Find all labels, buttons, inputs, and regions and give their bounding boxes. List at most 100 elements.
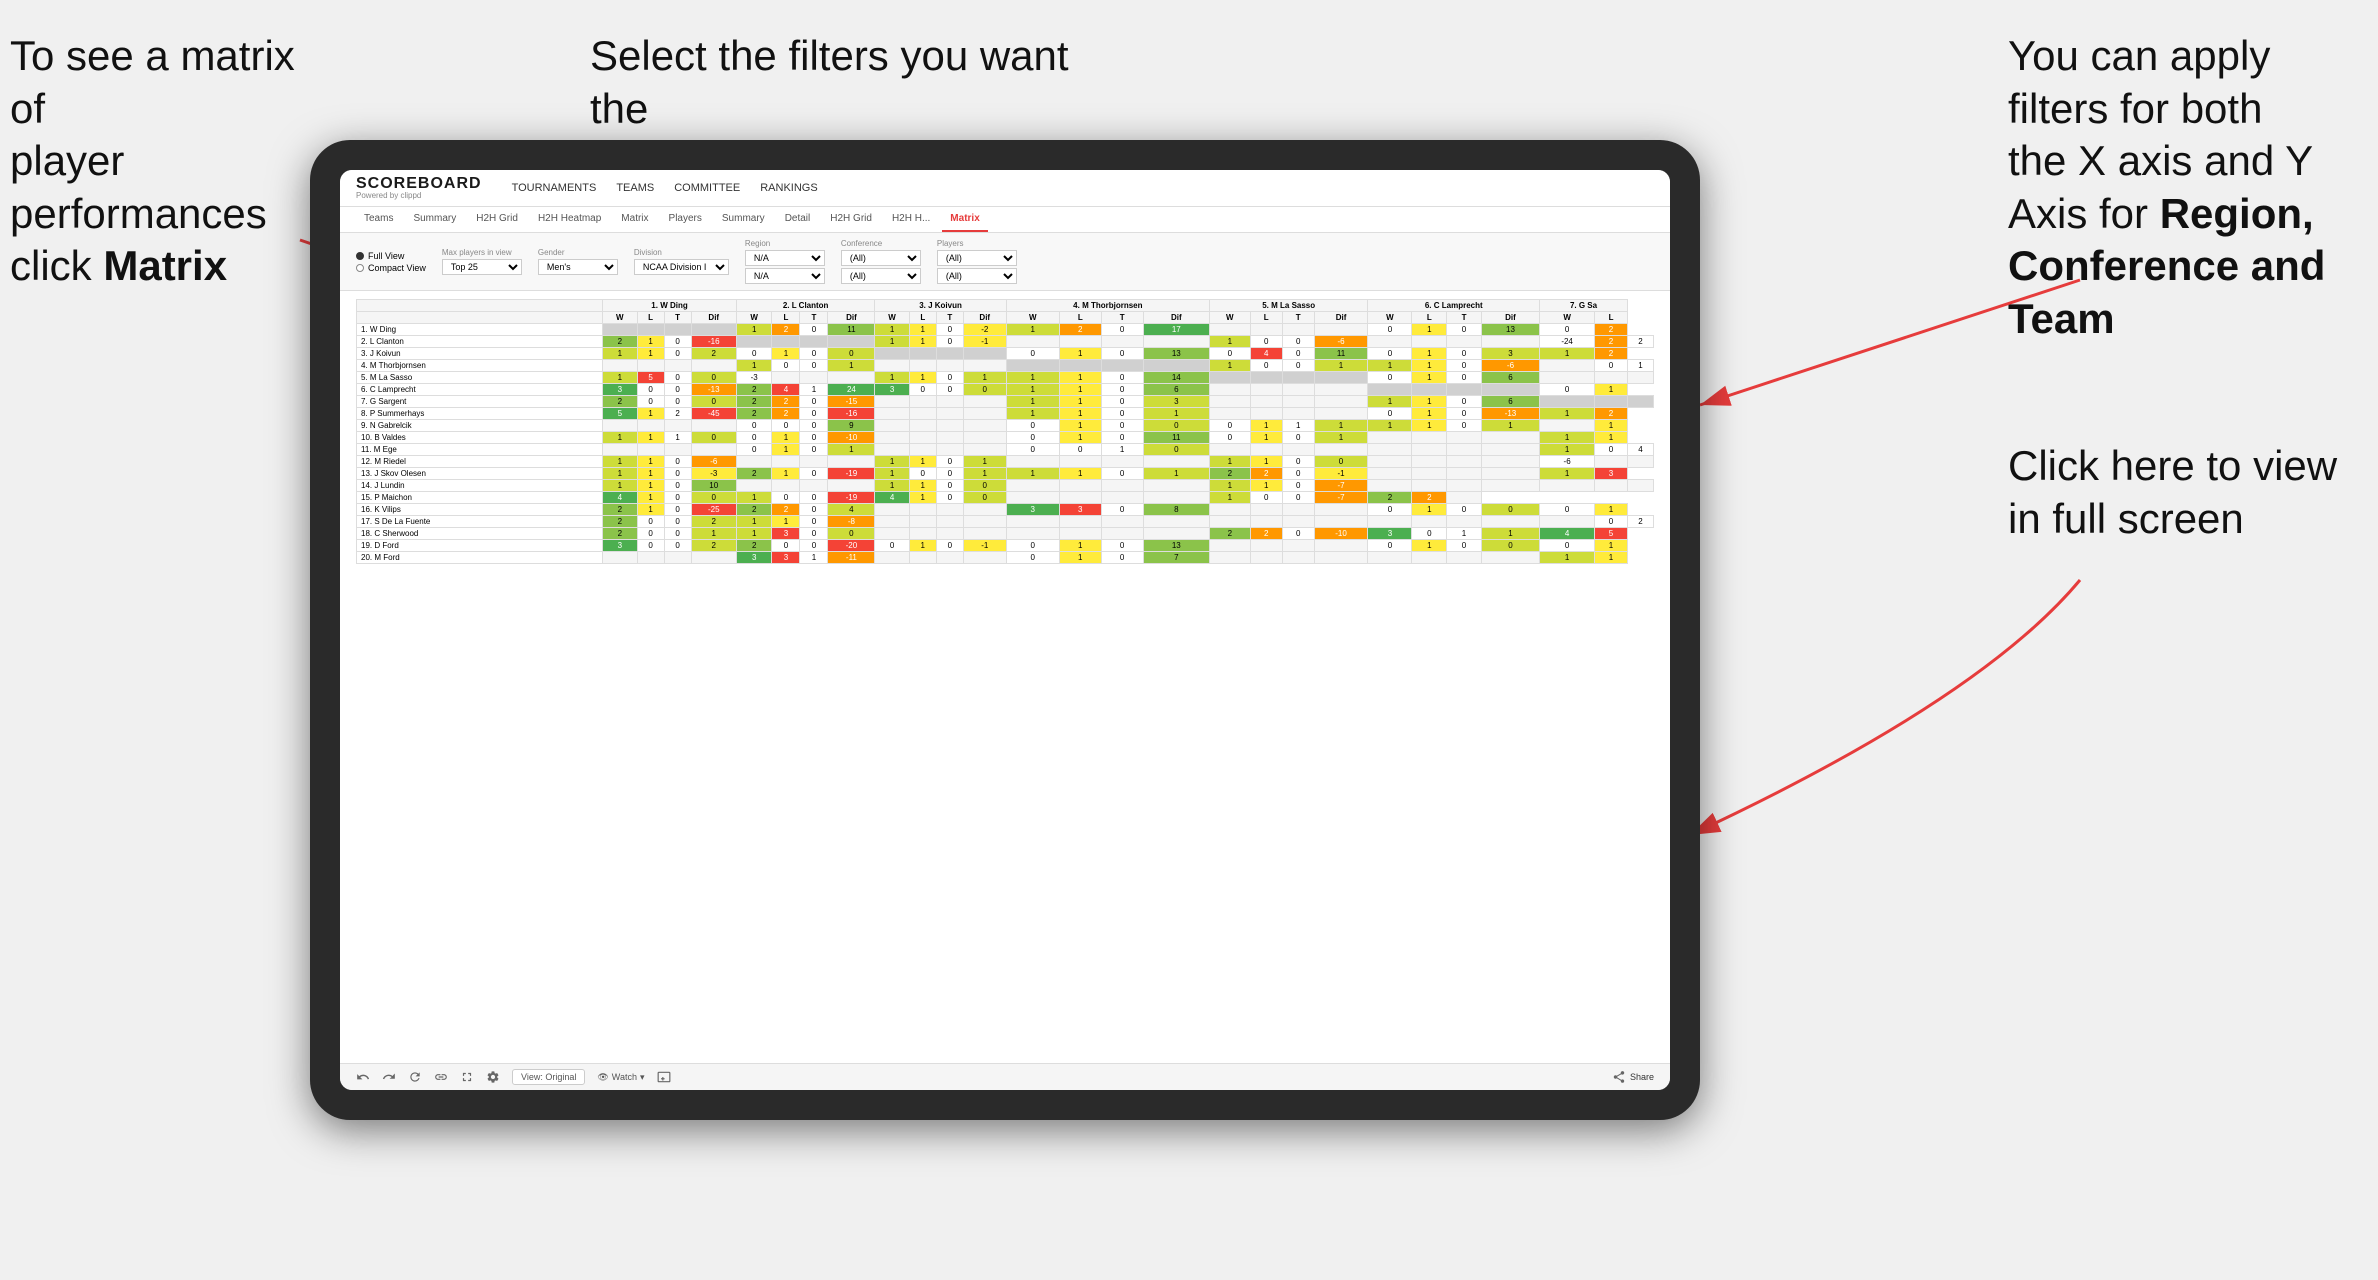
subnav-matrix[interactable]: Matrix	[613, 207, 656, 232]
h-d3: Dif	[963, 312, 1006, 324]
subnav-h2h-grid2[interactable]: H2H Grid	[822, 207, 880, 232]
matrix-cell: 1	[637, 480, 664, 492]
annotation-topright-region-bold: Region,	[2160, 190, 2314, 237]
matrix-cell	[936, 444, 963, 456]
matrix-cell	[1006, 516, 1059, 528]
matrix-cell: 1	[603, 348, 637, 360]
matrix-cell	[1368, 444, 1412, 456]
region-select[interactable]: N/A	[745, 250, 825, 266]
matrix-cell: 0	[1006, 540, 1059, 552]
subnav-h2hh[interactable]: H2H H...	[884, 207, 938, 232]
settings-icon[interactable]	[486, 1070, 500, 1084]
matrix-cell: 2	[736, 540, 772, 552]
matrix-cell: 0	[800, 516, 828, 528]
matrix-cell: 0	[1101, 396, 1143, 408]
matrix-cell: 1	[637, 492, 664, 504]
matrix-cell: 0	[1595, 360, 1628, 372]
matrix-cell: 1	[603, 372, 637, 384]
matrix-cell	[1210, 552, 1251, 564]
h-t1: T	[664, 312, 691, 324]
max-players-select[interactable]: Top 25	[442, 259, 522, 275]
conference-select2[interactable]: (All)	[841, 268, 921, 284]
expand-icon[interactable]	[460, 1070, 474, 1084]
nav-rankings[interactable]: RANKINGS	[760, 178, 817, 198]
matrix-cell	[664, 420, 691, 432]
share-button[interactable]: Share	[1612, 1070, 1654, 1084]
matrix-cell: 1	[909, 372, 936, 384]
conference-select[interactable]: (All)	[841, 250, 921, 266]
matrix-cell	[1412, 336, 1447, 348]
annotation-topright-line3: the X axis and Y	[2008, 137, 2313, 184]
matrix-cell	[691, 420, 736, 432]
h-d1: Dif	[691, 312, 736, 324]
matrix-cell	[1481, 516, 1539, 528]
matrix-cell: 0	[664, 372, 691, 384]
compact-view-option[interactable]: Compact View	[356, 263, 426, 273]
refresh-icon[interactable]	[408, 1070, 422, 1084]
division-select[interactable]: NCAA Division I	[634, 259, 729, 275]
matrix-cell	[1006, 492, 1059, 504]
nav-committee[interactable]: COMMITTEE	[674, 178, 740, 198]
matrix-cell: 1	[603, 456, 637, 468]
matrix-cell: 1	[1059, 432, 1101, 444]
undo-icon[interactable]	[356, 1070, 370, 1084]
matrix-cell: 0	[1368, 504, 1412, 516]
matrix-cell: 1	[1314, 432, 1368, 444]
matrix-cell	[1282, 540, 1314, 552]
matrix-cell: 1	[1368, 420, 1412, 432]
gender-select[interactable]: Men's	[538, 259, 618, 275]
matrix-cell: 1	[1412, 540, 1447, 552]
matrix-cell	[691, 444, 736, 456]
matrix-cell: 0	[800, 420, 828, 432]
matrix-cell: 2	[1059, 324, 1101, 336]
watch-button[interactable]: 👁 Watch ▾	[597, 1072, 644, 1083]
matrix-cell: 0	[691, 396, 736, 408]
matrix-cell: 1	[1210, 480, 1251, 492]
subnav-h2h-heatmap[interactable]: H2H Heatmap	[530, 207, 609, 232]
redo-icon[interactable]	[382, 1070, 396, 1084]
matrix-cell: -6	[1481, 360, 1539, 372]
subnav-summary[interactable]: Summary	[405, 207, 464, 232]
subnav-players[interactable]: Players	[661, 207, 710, 232]
subnav-detail[interactable]: Detail	[777, 207, 819, 232]
nav-teams[interactable]: TEAMS	[616, 178, 654, 198]
matrix-cell: 0	[664, 528, 691, 540]
subnav-teams[interactable]: Teams	[356, 207, 401, 232]
players-select[interactable]: (All)	[937, 250, 1017, 266]
matrix-cell: 0	[800, 396, 828, 408]
player-name-cell: 2. L Clanton	[357, 336, 603, 348]
player-name-cell: 15. P Maichon	[357, 492, 603, 504]
matrix-cell: 1	[772, 432, 800, 444]
matrix-cell: 1	[1006, 372, 1059, 384]
matrix-cell	[1282, 408, 1314, 420]
region-select2[interactable]: N/A	[745, 268, 825, 284]
matrix-cell	[1368, 336, 1412, 348]
subnav-h2h-grid[interactable]: H2H Grid	[468, 207, 526, 232]
matrix-cell: 1	[1250, 480, 1282, 492]
player-name-cell: 7. G Sargent	[357, 396, 603, 408]
matrix-cell	[691, 324, 736, 336]
subnav-matrix-active[interactable]: Matrix	[942, 207, 987, 232]
matrix-cell: 0	[736, 420, 772, 432]
screen-icon[interactable]	[657, 1070, 671, 1084]
matrix-cell: 1	[1540, 408, 1595, 420]
full-view-option[interactable]: Full View	[356, 251, 426, 261]
matrix-cell: -10	[828, 432, 875, 444]
matrix-cell: 0	[664, 384, 691, 396]
tablet-screen: SCOREBOARD Powered by clippd TOURNAMENTS…	[340, 170, 1670, 1090]
nav-tournaments[interactable]: TOURNAMENTS	[512, 178, 597, 198]
matrix-cell	[772, 336, 800, 348]
matrix-cell	[1210, 372, 1251, 384]
matrix-cell: 0	[936, 324, 963, 336]
matrix-cell: 3	[1143, 396, 1209, 408]
view-badge[interactable]: View: Original	[512, 1069, 585, 1085]
subnav-summary2[interactable]: Summary	[714, 207, 773, 232]
matrix-cell: -7	[1314, 480, 1368, 492]
player-name-cell: 17. S De La Fuente	[357, 516, 603, 528]
share-link-icon[interactable]	[434, 1070, 448, 1084]
matrix-cell	[603, 324, 637, 336]
matrix-content[interactable]: 1. W Ding 2. L Clanton 3. J Koivun 4. M …	[340, 291, 1670, 1063]
matrix-cell: 5	[603, 408, 637, 420]
players-select2[interactable]: (All)	[937, 268, 1017, 284]
matrix-cell: 0	[664, 480, 691, 492]
